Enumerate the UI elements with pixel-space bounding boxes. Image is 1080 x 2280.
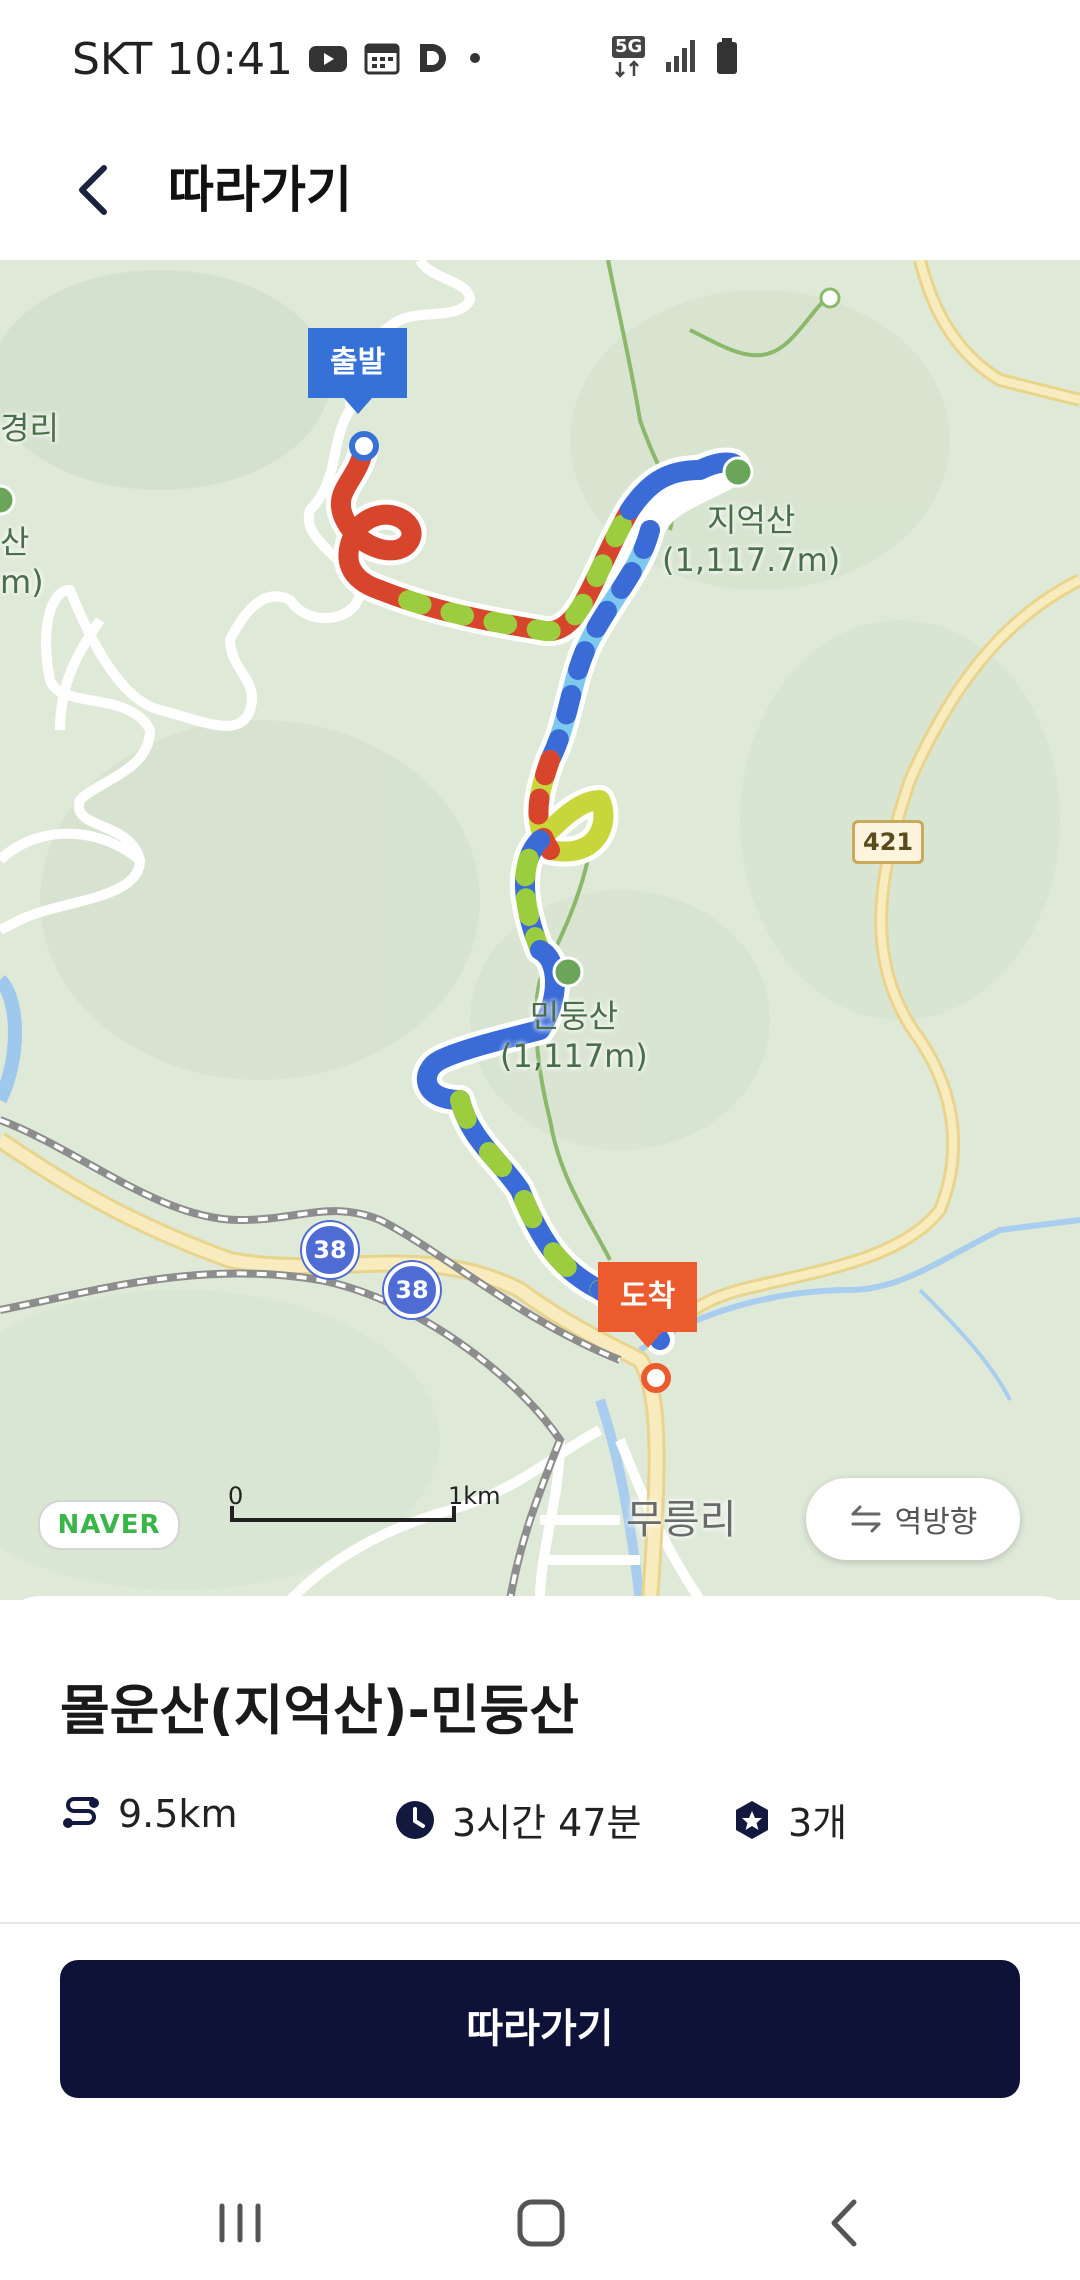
- road-badge-421: 421: [852, 820, 925, 864]
- distance-value: 9.5km: [118, 1792, 238, 1836]
- place-mindungsan-height: (1,117m): [500, 1037, 648, 1075]
- status-bar: SKT 10:41 5G: [0, 0, 1080, 120]
- place-bottom-village: 무릉리: [626, 1497, 737, 1543]
- network-label: 5G: [612, 36, 646, 58]
- course-title: 몰운산(지억산)-민둥산: [60, 1679, 579, 1742]
- stat-duration: 3시간 47분: [394, 1792, 642, 1847]
- youtube-icon: [307, 42, 349, 78]
- peak-icon-mindungsan: [552, 956, 584, 988]
- app-header: 따라가기: [0, 120, 1080, 260]
- peak-icon-jieoksan: [722, 456, 754, 488]
- chevron-left-icon: [79, 165, 107, 215]
- course-stats: 9.5km 3시간 47분 3개: [60, 1792, 1020, 1852]
- notification-dot-icon: [465, 48, 485, 72]
- count-value: 3개: [788, 1801, 848, 1845]
- place-left-peak-name: 산: [0, 523, 30, 561]
- end-marker: 도착: [598, 1262, 698, 1348]
- naver-logo: NAVER: [38, 1500, 180, 1550]
- place-jieoksan-name: 지억산: [706, 501, 796, 539]
- scale-tick-right: [452, 1506, 456, 1522]
- place-left-peak: 산 m): [0, 522, 44, 602]
- badge-star-icon: [736, 1800, 768, 1839]
- stream-branch: [918, 1288, 1012, 1401]
- trail-point-icon: [819, 287, 841, 309]
- peak-icon-left: [0, 484, 16, 516]
- 5g-icon: 5G: [612, 36, 648, 80]
- clock-time: 10:41: [166, 34, 294, 85]
- status-left: SKT 10:41: [72, 34, 485, 85]
- signal-icon: [664, 38, 698, 78]
- stream: [638, 1217, 1080, 1353]
- sheet-divider: [0, 1922, 1080, 1924]
- stat-distance: 9.5km: [60, 1792, 237, 1836]
- clock-icon: [396, 1800, 434, 1839]
- recent-apps-button[interactable]: [200, 2188, 280, 2258]
- recent-apps-icon: [219, 2203, 261, 2243]
- calendar-icon: [363, 39, 401, 81]
- home-icon: [517, 2199, 565, 2247]
- nav-back-button[interactable]: [806, 2188, 886, 2258]
- start-pin: [349, 431, 379, 461]
- river: [0, 975, 22, 1104]
- page-title: 따라가기: [168, 161, 352, 219]
- reverse-direction-button[interactable]: 역방향: [806, 1478, 1020, 1560]
- map-scale: 0 1km: [228, 1482, 501, 1528]
- map-base-layer: [0, 260, 1080, 1600]
- start-marker: 출발: [308, 328, 408, 414]
- place-jieoksan-height: (1,117.7m): [662, 541, 841, 579]
- road-badge-38-b: 38: [384, 1262, 440, 1318]
- place-left-peak-height: m): [0, 563, 44, 601]
- place-mindungsan-name: 민둥산: [529, 997, 619, 1035]
- route-icon: [63, 1797, 99, 1828]
- reverse-direction-label: 역방향: [894, 1505, 978, 1540]
- duration-value: 3시간 47분: [452, 1801, 642, 1845]
- end-pin: [641, 1363, 671, 1393]
- d-app-icon: [415, 40, 451, 80]
- status-right: 5G: [612, 36, 740, 80]
- system-nav-bar: [0, 2168, 1080, 2280]
- place-jieoksan: 지억산 (1,117.7m): [662, 500, 840, 580]
- place-left-village: 경리: [0, 409, 59, 447]
- back-icon: [831, 2199, 857, 2247]
- swap-arrows-icon: [851, 1505, 881, 1533]
- home-button[interactable]: [500, 2188, 580, 2258]
- stat-count: 3개: [732, 1792, 847, 1847]
- follow-button[interactable]: 따라가기: [60, 1960, 1020, 2098]
- route-map[interactable]: 출발 도착 지억산 (1,117.7m) 민둥산 (1,117m) 경리 산 m…: [0, 260, 1080, 1600]
- back-button[interactable]: [60, 150, 140, 230]
- road-badge-38-a: 38: [302, 1222, 358, 1278]
- scale-line: [232, 1518, 454, 1522]
- battery-icon: [714, 36, 740, 80]
- carrier-label: SKT: [72, 34, 153, 85]
- place-mindungsan: 민둥산 (1,117m): [500, 996, 648, 1076]
